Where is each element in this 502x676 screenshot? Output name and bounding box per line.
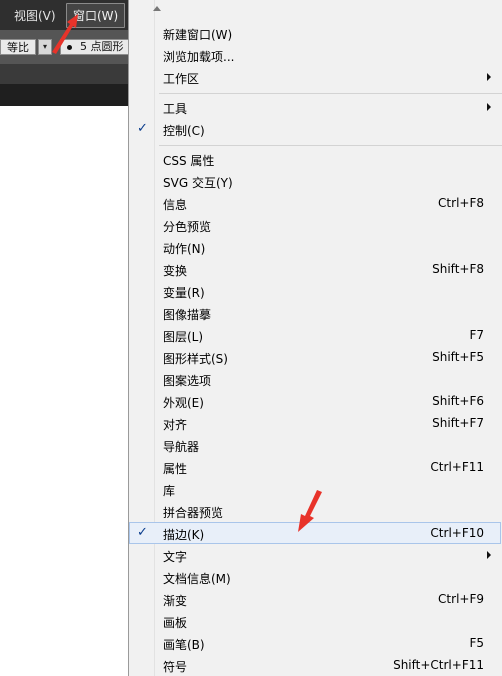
screenshot-root: 视图(V) 窗口(W) 等比 ▾ 5 点圆形 新建窗口(W) 浏览加载项... … xyxy=(0,0,502,676)
menu-item-label: 变换 xyxy=(163,264,188,278)
menu-item-label: SVG 交互(Y) xyxy=(163,176,233,190)
menu-item-graphic-styles[interactable]: 图形样式(S) Shift+F5 xyxy=(129,346,501,368)
menu-item-label: 文字 xyxy=(163,550,188,564)
menu-item-label: 新建窗口(W) xyxy=(163,28,233,42)
menu-item-layers[interactable]: 图层(L) F7 xyxy=(129,324,501,346)
menu-item-label: 浏览加载项... xyxy=(163,50,235,64)
menu-item-label: 导航器 xyxy=(163,440,200,454)
menu-item-pattern-options[interactable]: 图案选项 xyxy=(129,368,501,390)
menu-item-gradient[interactable]: 渐变 Ctrl+F9 xyxy=(129,588,501,610)
menu-item-align[interactable]: 对齐 Shift+F7 xyxy=(129,412,501,434)
menu-item-shortcut: Shift+Ctrl+F11 xyxy=(393,658,484,672)
menu-item-label: 描边(K) xyxy=(163,528,205,542)
menu-item-label: CSS 属性 xyxy=(163,154,215,168)
menu-item-appearance[interactable]: 外观(E) Shift+F6 xyxy=(129,390,501,412)
menu-item-svg-interactivity[interactable]: SVG 交互(Y) xyxy=(129,170,501,192)
menu-item-separations-preview[interactable]: 分色预览 xyxy=(129,214,501,236)
checkmark-icon: ✓ xyxy=(137,121,148,136)
menu-item-shortcut: Ctrl+F8 xyxy=(438,196,484,210)
menu-item-label: 画笔(B) xyxy=(163,638,205,652)
menu-item-shortcut: Shift+F8 xyxy=(432,262,484,276)
submenu-arrow-icon xyxy=(487,103,491,111)
menu-item-attributes[interactable]: 属性 Ctrl+F11 xyxy=(129,456,501,478)
menu-item-document-info[interactable]: 文档信息(M) xyxy=(129,566,501,588)
control-bar: 等比 ▾ 5 点圆形 xyxy=(0,30,128,64)
menu-item-actions[interactable]: 动作(N) xyxy=(129,236,501,258)
ratio-dropdown-button[interactable]: ▾ xyxy=(38,39,52,55)
menu-item-shortcut: F7 xyxy=(469,328,484,342)
menu-item-label: 库 xyxy=(163,484,176,498)
menu-scroll-up-icon[interactable] xyxy=(153,6,161,11)
menu-item-image-trace[interactable]: 图像描摹 xyxy=(129,302,501,324)
document-tab-strip xyxy=(0,84,128,106)
menu-item-type[interactable]: 文字 xyxy=(129,544,501,566)
menu-item-label: 图案选项 xyxy=(163,374,212,388)
menu-item-artboards[interactable]: 画板 xyxy=(129,610,501,632)
menu-item-label: 变量(R) xyxy=(163,286,205,300)
menu-window[interactable]: 窗口(W) xyxy=(66,3,126,28)
menu-item-label: 工具 xyxy=(163,102,188,116)
artboard-canvas[interactable] xyxy=(0,106,128,676)
window-menu-dropdown: 新建窗口(W) 浏览加载项... 工作区 工具 ✓ 控制(C) CSS 属性 SV… xyxy=(128,0,502,676)
menu-item-label: 工作区 xyxy=(163,72,200,86)
menu-item-workspace[interactable]: 工作区 xyxy=(129,66,501,88)
menu-item-label: 符号 xyxy=(163,660,188,674)
menu-item-label: 渐变 xyxy=(163,594,188,608)
menu-item-label: 文档信息(M) xyxy=(163,572,231,586)
menu-item-brushes[interactable]: 画笔(B) F5 xyxy=(129,632,501,654)
menu-separator xyxy=(159,145,502,146)
brush-label: 5 点圆形 xyxy=(80,40,124,53)
submenu-arrow-icon xyxy=(487,73,491,81)
menu-item-label: 动作(N) xyxy=(163,242,206,256)
document-tab-bar xyxy=(0,64,128,84)
menu-separator xyxy=(159,93,502,94)
menu-item-shortcut: Ctrl+F10 xyxy=(430,526,484,540)
menu-item-label: 图形样式(S) xyxy=(163,352,228,366)
menu-item-browse-addons[interactable]: 浏览加载项... xyxy=(129,44,501,66)
menu-item-label: 图层(L) xyxy=(163,330,204,344)
menu-item-tools[interactable]: 工具 xyxy=(129,96,501,118)
menu-item-navigator[interactable]: 导航器 xyxy=(129,434,501,456)
ratio-field[interactable]: 等比 xyxy=(0,39,36,55)
menu-item-transform[interactable]: 变换 Shift+F8 xyxy=(129,258,501,280)
menu-item-stroke[interactable]: ✓ 描边(K) Ctrl+F10 xyxy=(129,522,501,544)
brush-definition-select[interactable]: 5 点圆形 xyxy=(60,39,128,55)
menu-item-shortcut: Ctrl+F9 xyxy=(438,592,484,606)
menu-item-new-window[interactable]: 新建窗口(W) xyxy=(129,22,501,44)
menu-item-label: 画板 xyxy=(163,616,188,630)
menu-item-symbols[interactable]: 符号 Shift+Ctrl+F11 xyxy=(129,654,501,676)
menu-item-shortcut: Shift+F7 xyxy=(432,416,484,430)
checkmark-icon: ✓ xyxy=(137,525,148,540)
menu-item-control[interactable]: ✓ 控制(C) xyxy=(129,118,501,140)
menu-item-label: 属性 xyxy=(163,462,188,476)
menu-item-variables[interactable]: 变量(R) xyxy=(129,280,501,302)
menu-item-label: 拼合器预览 xyxy=(163,506,224,520)
menu-item-shortcut: Ctrl+F11 xyxy=(430,460,484,474)
menu-item-label: 分色预览 xyxy=(163,220,212,234)
menu-item-label: 控制(C) xyxy=(163,124,205,138)
menu-item-shortcut: Shift+F6 xyxy=(432,394,484,408)
menu-item-info[interactable]: 信息 Ctrl+F8 xyxy=(129,192,501,214)
menu-item-flattener-preview[interactable]: 拼合器预览 xyxy=(129,500,501,522)
submenu-arrow-icon xyxy=(487,551,491,559)
menu-item-label: 信息 xyxy=(163,198,188,212)
brush-dot-icon xyxy=(67,44,72,50)
menu-view[interactable]: 视图(V) xyxy=(14,7,56,24)
menu-item-label: 图像描摹 xyxy=(163,308,212,322)
menu-item-shortcut: Shift+F5 xyxy=(432,350,484,364)
app-menubar: 视图(V) 窗口(W) xyxy=(0,0,128,30)
menu-item-libraries[interactable]: 库 xyxy=(129,478,501,500)
menu-item-label: 对齐 xyxy=(163,418,188,432)
menu-item-shortcut: F5 xyxy=(469,636,484,650)
menu-item-label: 外观(E) xyxy=(163,396,204,410)
menu-item-css-properties[interactable]: CSS 属性 xyxy=(129,148,501,170)
